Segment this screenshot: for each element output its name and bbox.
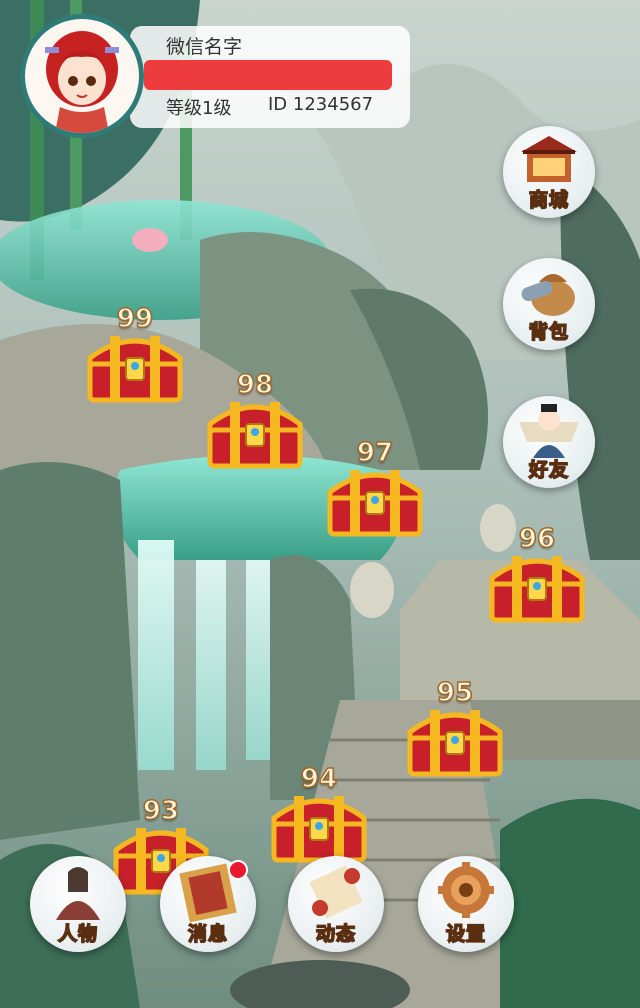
shop-label: 商城 — [528, 188, 569, 212]
health-bar — [144, 60, 392, 90]
treasure-chest-icon — [87, 336, 183, 403]
player-info-panel: 微信名字 等级1级 ID 1234567 — [130, 26, 410, 128]
treasure-chest-95[interactable]: 95 — [400, 677, 510, 778]
treasure-chest-99[interactable]: 99 — [80, 303, 190, 404]
character-icon — [56, 867, 100, 920]
character-label: 人物 — [57, 922, 98, 946]
treasure-chest-icon — [271, 796, 367, 863]
player-name: 微信名字 — [166, 36, 243, 58]
treasure-chest-icon — [327, 470, 423, 537]
shop-icon — [521, 136, 577, 182]
news-button[interactable]: 动态 — [288, 856, 384, 952]
treasure-chest-94[interactable]: 94 — [264, 763, 374, 864]
red-haired-girl-avatar-icon — [45, 31, 119, 133]
friends-label: 好友 — [528, 458, 569, 482]
backpack-label: 背包 — [528, 320, 569, 344]
backpack-button[interactable]: 背包 — [503, 258, 595, 350]
news-scroll-icon — [309, 865, 363, 919]
player-level: 等级1级 — [166, 98, 232, 119]
messages-button[interactable]: 消息 — [160, 856, 256, 952]
settings-button[interactable]: 设置 — [418, 856, 514, 952]
treasure-chest-97[interactable]: 97 — [320, 437, 430, 538]
player-avatar[interactable] — [20, 14, 144, 138]
treasure-chest-icon — [207, 402, 303, 469]
gear-icon — [438, 862, 494, 918]
character-button[interactable]: 人物 — [30, 856, 126, 952]
treasure-chest-98[interactable]: 98 — [200, 369, 310, 470]
friends-button[interactable]: 好友 — [503, 396, 595, 488]
friends-icon — [519, 404, 579, 458]
treasure-chest-icon — [489, 556, 585, 623]
player-id: ID 1234567 — [268, 94, 374, 115]
settings-label: 设置 — [445, 922, 486, 946]
treasure-chest-96[interactable]: 96 — [482, 523, 592, 624]
news-label: 动态 — [315, 922, 356, 946]
shop-button[interactable]: 商城 — [503, 126, 595, 218]
notification-badge — [228, 860, 248, 880]
backpack-icon — [521, 274, 575, 316]
treasure-chest-icon — [407, 710, 503, 777]
messages-label: 消息 — [187, 922, 228, 946]
